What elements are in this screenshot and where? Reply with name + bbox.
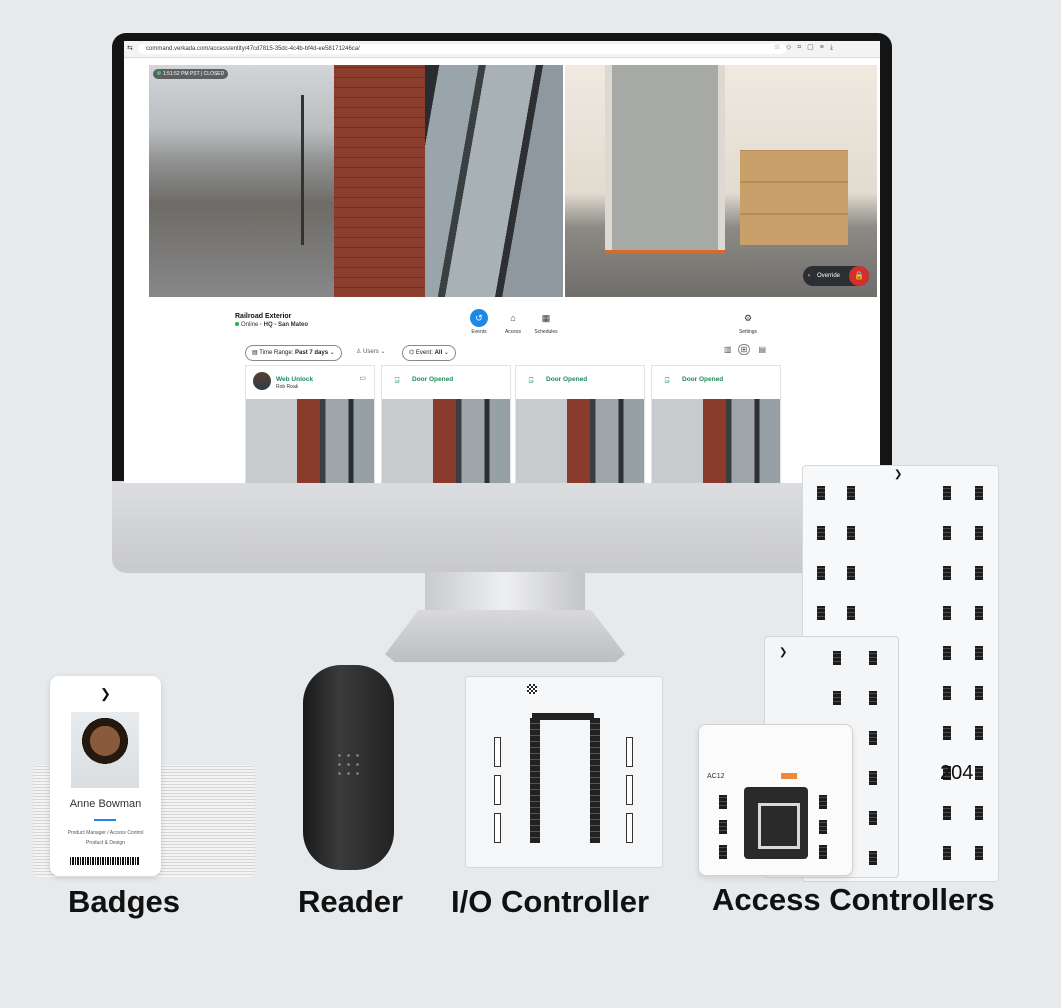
event-card[interactable]: Web Unlock Rob Roak ▭ [245, 365, 375, 483]
qr-code-icon [527, 684, 537, 694]
download-icon[interactable]: ⤓ [830, 44, 839, 51]
barcode-icon [70, 857, 140, 865]
caption-io-controller: I/O Controller [451, 884, 650, 919]
star-icon[interactable]: ☆ [774, 44, 786, 51]
event-card[interactable]: ⍈ Door Opened [381, 365, 511, 483]
chevron-down-icon: ⌄ [328, 350, 335, 356]
verkada-logo-icon: ❯ [100, 686, 111, 701]
camera-feed-exterior[interactable]: 1:51:52 PM PST | CLOSED [149, 65, 563, 297]
chevron-down-icon: ⌄ [378, 349, 386, 355]
settings-button[interactable]: ⚙ Settings [728, 309, 768, 335]
extension-icon[interactable]: ⬦ [786, 44, 797, 51]
browser-action-icons[interactable]: ☆⬦⌗▢≡⤓ [774, 43, 839, 52]
chevron-left-icon: ‹ [808, 273, 810, 279]
io-controller [465, 676, 663, 868]
verkada-logo-icon: ❯ [779, 647, 788, 658]
site-title: Railroad Exterior [235, 313, 292, 320]
browser-toolbar: ⇆ command.verkada.com/access/entity/47cd… [124, 41, 880, 58]
event-card[interactable]: ⍈ Door Opened [515, 365, 645, 483]
cast-icon[interactable]: ⌗ [797, 44, 807, 51]
event-filter[interactable]: ⌬ Event: All ⌄ [402, 345, 456, 361]
badge-photo [71, 712, 139, 788]
access-controller-ac12: AC12 [698, 724, 853, 876]
calendar-icon: ▦ [541, 313, 551, 323]
badge-reader [303, 665, 394, 870]
tab-icon[interactable]: ▢ [807, 44, 820, 51]
monitor-icon: ▭ [359, 375, 366, 382]
gear-icon: ⚙ [743, 313, 753, 323]
event-card[interactable]: ⍈ Door Opened [651, 365, 781, 483]
tab-schedules[interactable]: ▦ Schedules [526, 309, 566, 335]
avatar [253, 372, 271, 390]
reader-led-icon [335, 751, 361, 777]
id-badge: ❯ Anne Bowman Product Manager / Access C… [50, 676, 161, 876]
grid-view-icon[interactable]: ⊞ [737, 344, 751, 355]
monitor-stand-base [385, 610, 625, 662]
event-thumbnail[interactable] [516, 399, 644, 483]
lock-icon[interactable]: 🔒 [849, 266, 869, 286]
door-icon: ⍈ [528, 376, 534, 385]
event-thumbnail[interactable] [652, 399, 780, 483]
mounting-bracket [744, 787, 808, 859]
caption-access-controllers: Access Controllers [712, 882, 995, 917]
bar-chart-icon[interactable]: ▥ [724, 345, 738, 354]
caption-badges: Badges [68, 884, 180, 919]
reading-list-icon[interactable]: ≡ [820, 44, 830, 51]
override-button[interactable]: ‹ Override 🔒 [803, 266, 869, 286]
event-thumbnail[interactable] [382, 399, 510, 483]
user-icon: ♙ [356, 349, 364, 355]
event-icon: ⌬ [409, 350, 416, 356]
monitor-chin [112, 481, 892, 573]
site-status: Online · HQ - San Mateo [235, 322, 308, 328]
time-range-filter[interactable]: ▤ Time Range: Past 7 days ⌄ [245, 345, 342, 361]
lock-outline-icon: ⌂ [510, 313, 516, 323]
verkada-logo-icon: ❯ [894, 469, 903, 480]
screen: ⇆ command.verkada.com/access/entity/47cd… [124, 41, 880, 483]
caption-reader: Reader [298, 884, 404, 919]
camera-feed-interior[interactable]: ‹ Override 🔒 [565, 65, 877, 297]
history-icon: ↺ [470, 309, 488, 327]
event-thumbnail[interactable] [246, 399, 374, 483]
door-icon: ⍈ [394, 376, 400, 385]
chevron-down-icon: ⌄ [442, 350, 449, 356]
list-view-icon[interactable]: ▤ [759, 345, 773, 354]
address-bar[interactable]: command.verkada.com/access/entity/47cd78… [138, 44, 786, 54]
number-overlay: 204 [940, 762, 974, 784]
live-dot-icon [157, 71, 161, 75]
users-filter[interactable]: ♙ Users ⌄ [356, 345, 385, 359]
camera-timestamp: 1:51:52 PM PST | CLOSED [153, 69, 229, 79]
site-info-icon[interactable]: ⇆ [127, 44, 133, 52]
online-dot-icon [235, 322, 239, 326]
door-icon: ⍈ [664, 376, 670, 385]
view-toggle[interactable]: ▥ ⊞ ▤ [724, 344, 773, 355]
